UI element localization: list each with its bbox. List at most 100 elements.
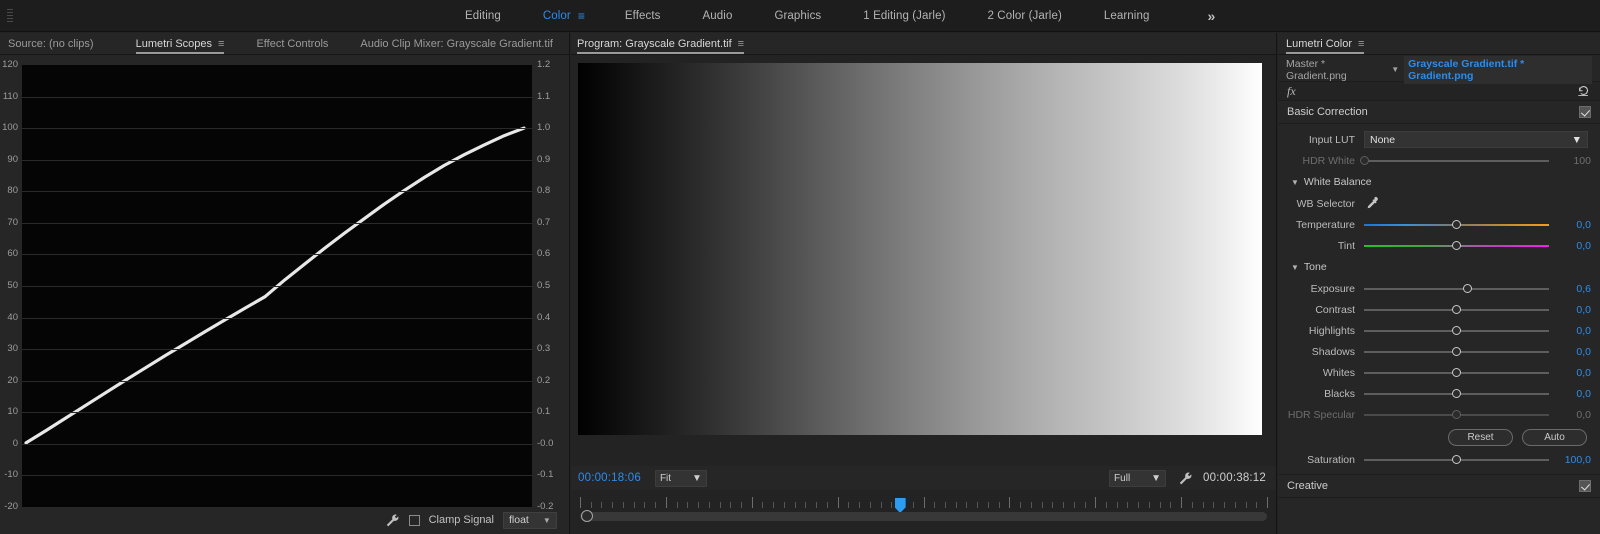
shadows-slider[interactable] (1364, 343, 1549, 360)
workspace-tab-effects[interactable]: Effects (625, 10, 661, 22)
zoom-scroll-handle[interactable] (581, 510, 593, 522)
saturation-slider[interactable] (1364, 451, 1549, 468)
wrench-icon[interactable] (385, 513, 400, 528)
tab-lumetri-color[interactable]: Lumetri Color ≡ (1286, 38, 1365, 54)
playhead-marker[interactable] (894, 498, 906, 513)
whites-value[interactable]: 0,0 (1557, 367, 1591, 379)
hdr-specular-knob[interactable] (1452, 410, 1461, 419)
ruler-tick (944, 502, 946, 508)
saturation-value[interactable]: 100,0 (1557, 454, 1591, 466)
panel-grip-icon[interactable] (3, 0, 17, 32)
tone-header[interactable]: ▼ Tone (1278, 256, 1600, 278)
tone-title: Tone (1303, 261, 1327, 273)
creative-toggle[interactable] (1579, 480, 1591, 492)
exposure-slider[interactable] (1364, 280, 1549, 297)
exposure-knob[interactable] (1463, 284, 1473, 293)
tint-knob[interactable] (1452, 241, 1461, 250)
zoom-scroll-bar[interactable] (580, 510, 1267, 522)
workspace-tab-editing[interactable]: Editing (465, 10, 501, 22)
whites-slider[interactable] (1364, 364, 1549, 381)
hdr-specular-value[interactable]: 0,0 (1557, 409, 1591, 421)
ruler-tick (859, 502, 861, 508)
hdr-white-slider[interactable] (1359, 152, 1549, 169)
reset-arrow-icon[interactable] (1577, 84, 1591, 98)
current-timecode[interactable]: 00:00:18:06 (578, 472, 641, 484)
hdr-specular-label: HDR Specular (1287, 408, 1355, 421)
tab-audio-clip-mixer[interactable]: Audio Clip Mixer: Grayscale Gradient.tif (360, 38, 553, 54)
workspace-tab-editing-jarle[interactable]: 1 Editing (Jarle) (863, 10, 945, 22)
tab-program-menu-icon[interactable]: ≡ (738, 38, 744, 50)
tab-lumetri-scopes[interactable]: Lumetri Scopes ≡ (135, 38, 225, 54)
tab-effect-controls[interactable]: Effect Controls (256, 38, 328, 54)
workspace-tab-color[interactable]: Color (543, 10, 571, 22)
program-video-area[interactable] (571, 55, 1276, 466)
hdr-specular-slider[interactable] (1364, 406, 1549, 423)
gridline (22, 443, 532, 445)
highlights-label: Highlights (1308, 324, 1355, 337)
eyedropper-icon[interactable] (1364, 196, 1380, 212)
fx-icon[interactable]: fx (1287, 84, 1296, 99)
ruler-tick (1073, 502, 1075, 508)
ruler-tick (1063, 502, 1065, 508)
hdr-white-row: HDR White 100 (1278, 150, 1600, 171)
blacks-value[interactable]: 0,0 (1557, 388, 1591, 400)
clamp-signal-checkbox[interactable] (408, 514, 420, 526)
basic-correction-toggle[interactable] (1579, 106, 1591, 118)
exposure-value[interactable]: 0,6 (1557, 283, 1591, 295)
ruler-tick (891, 502, 893, 508)
hdr-white-value[interactable]: 100 (1557, 155, 1591, 167)
workspace-tab-audio[interactable]: Audio (703, 10, 733, 22)
program-scrubber[interactable] (571, 490, 1276, 534)
blacks-knob[interactable] (1452, 389, 1461, 398)
tint-slider[interactable] (1364, 237, 1549, 254)
creative-header[interactable]: Creative (1278, 475, 1600, 498)
ruler-tick (730, 502, 732, 508)
highlights-slider[interactable] (1364, 322, 1549, 339)
input-lut-select[interactable]: None ▼ (1364, 131, 1588, 148)
basic-correction-title: Basic Correction (1287, 106, 1368, 118)
basic-correction-header[interactable]: Basic Correction (1278, 101, 1600, 124)
playback-resolution-select[interactable]: Full ▼ (1109, 469, 1167, 487)
tint-value[interactable]: 0,0 (1557, 240, 1591, 252)
highlights-knob[interactable] (1452, 326, 1461, 335)
workspace-tab-graphics[interactable]: Graphics (774, 10, 821, 22)
shadows-value[interactable]: 0,0 (1557, 346, 1591, 358)
workspace-overflow-icon[interactable]: » (1207, 8, 1215, 24)
gridline (22, 380, 532, 382)
tab-source[interactable]: Source: (no clips) (8, 38, 94, 54)
auto-button[interactable]: Auto (1522, 429, 1587, 446)
ruler-tick (1020, 502, 1022, 508)
duration-timecode[interactable]: 00:00:38:12 (1203, 472, 1266, 484)
temperature-knob[interactable] (1452, 220, 1461, 229)
blacks-slider[interactable] (1364, 385, 1549, 402)
saturation-knob[interactable] (1452, 455, 1461, 464)
whites-knob[interactable] (1452, 368, 1461, 377)
white-balance-header[interactable]: ▼ White Balance (1278, 171, 1600, 193)
temperature-slider[interactable] (1364, 216, 1549, 233)
workspace-tab-learning[interactable]: Learning (1104, 10, 1150, 22)
ruler-tick (987, 502, 989, 508)
workspace-color-menu-icon[interactable]: ≡ (578, 9, 585, 23)
zoom-level-select[interactable]: Fit ▼ (654, 469, 707, 487)
active-clip-label[interactable]: Grayscale Gradient.tif * Gradient.png (1404, 55, 1592, 84)
contrast-knob[interactable] (1452, 305, 1461, 314)
waveform-graph[interactable]: 120 1.2 110 1.1 100 1.0 90 0.9 80 0.8 70 0.7 60 0.6 50… (2, 60, 553, 511)
ruler-tick (977, 502, 979, 508)
master-label[interactable]: Master * Gradient.png (1286, 58, 1386, 82)
tab-lumetri-scopes-menu-icon[interactable]: ≡ (218, 38, 224, 50)
tab-lumetri-color-menu-icon[interactable]: ≡ (1358, 38, 1364, 50)
hdr-white-knob[interactable] (1359, 156, 1369, 165)
workspace-tab-color-jarle[interactable]: 2 Color (Jarle) (988, 10, 1062, 22)
program-settings-wrench-icon[interactable] (1178, 471, 1193, 486)
temperature-value[interactable]: 0,0 (1557, 219, 1591, 231)
time-ruler[interactable] (580, 496, 1268, 513)
chevron-down-icon[interactable]: ▼ (1391, 65, 1399, 74)
ruler-tick (698, 502, 700, 508)
contrast-value[interactable]: 0,0 (1557, 304, 1591, 316)
tab-program-monitor[interactable]: Program: Grayscale Gradient.tif ≡ (577, 38, 745, 54)
shadows-knob[interactable] (1452, 347, 1461, 356)
highlights-value[interactable]: 0,0 (1557, 325, 1591, 337)
contrast-slider[interactable] (1364, 301, 1549, 318)
reset-button[interactable]: Reset (1448, 429, 1513, 446)
scope-format-select[interactable]: float ▼ (503, 511, 557, 529)
